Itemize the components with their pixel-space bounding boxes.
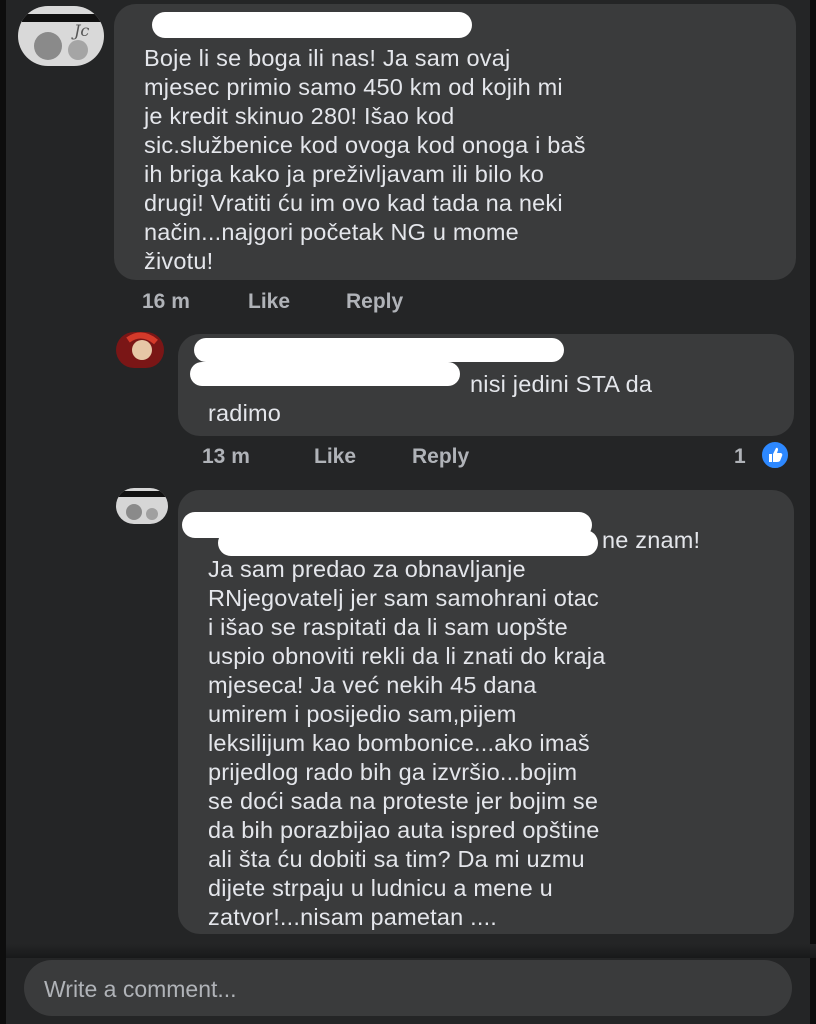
reply-bubble: ne znam! Ja sam predao za obnavljanje RN… [178, 490, 794, 934]
redacted-author-name [152, 12, 472, 38]
comment-input[interactable] [42, 960, 766, 1018]
reply-actions: 13 m Like Reply [196, 445, 596, 473]
reply-text: nisi jedini STA da radimo [208, 371, 653, 426]
like-button[interactable]: Like [248, 290, 290, 314]
reply-button[interactable]: Reply [412, 445, 469, 469]
comment-composer[interactable] [24, 960, 792, 1018]
reply-mention-text: ne znam! [602, 527, 701, 553]
reply-text: Ja sam predao za obnavljanje RNjegovatel… [208, 556, 606, 930]
reply-timestamp: 13 m [202, 445, 250, 468]
redacted-mention [218, 530, 598, 556]
reply-button[interactable]: Reply [346, 290, 403, 314]
redacted-author-name [194, 338, 564, 362]
scroll-fade [6, 944, 816, 958]
avatar[interactable] [116, 332, 164, 368]
comment-text: Boje li se boga ili nas! Ja sam ovaj mje… [144, 45, 586, 274]
avatar[interactable] [116, 488, 168, 524]
reply-bubble: nisi jedini STA da radimo [178, 334, 794, 436]
like-button[interactable]: Like [314, 445, 356, 469]
thumbs-up-icon [760, 440, 790, 470]
avatar[interactable]: Jc [18, 6, 104, 66]
comment-bubble: Boje li se boga ili nas! Ja sam ovaj mje… [114, 4, 796, 280]
comment-actions: 16 m Like Reply [136, 290, 536, 318]
comment-thread: Jc Boje li se boga ili nas! Ja sam ovaj … [6, 0, 816, 1024]
comment-timestamp: 16 m [142, 290, 190, 313]
screen-edge-right [810, 0, 816, 1024]
reaction-count[interactable]: 1 [734, 445, 746, 469]
svg-text:Jc: Jc [71, 21, 89, 40]
